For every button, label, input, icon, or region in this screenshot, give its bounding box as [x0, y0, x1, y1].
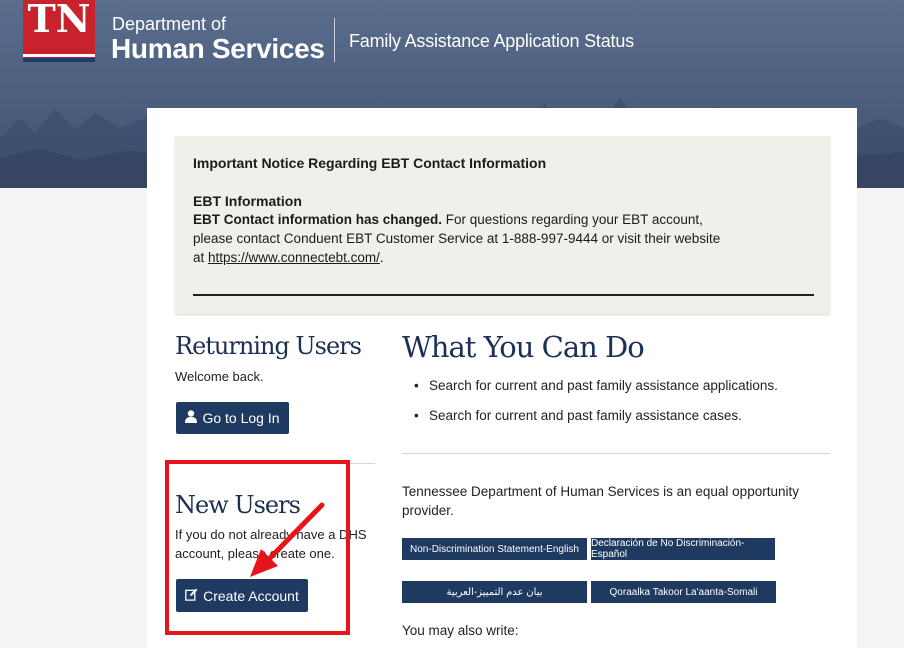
you-may-also-write-text: You may also write: — [402, 623, 519, 638]
login-button-label: Go to Log In — [202, 410, 280, 426]
nondiscrimination-spanish-button[interactable]: Declaración de No Discriminación-Español — [591, 538, 775, 560]
logo-stripe-blue — [23, 58, 95, 62]
nondiscrimination-somali-button[interactable]: Qoraalka Takoor La'aanta-Somali — [591, 581, 776, 603]
go-to-login-button[interactable]: Go to Log In — [176, 402, 289, 434]
app-title: Family Assistance Application Status — [349, 31, 634, 51]
dept-name-small: Department of — [112, 14, 227, 34]
ebt-notice: Important Notice Regarding EBT Contact I… — [175, 136, 830, 314]
nondiscrimination-english-button[interactable]: Non-Discrimination Statement-English — [402, 538, 587, 560]
header-divider — [334, 18, 335, 62]
tn-logo[interactable]: TN — [23, 0, 95, 62]
list-item: Search for current and past family assis… — [414, 408, 778, 438]
notice-rule — [193, 294, 814, 296]
what-you-can-do-title: What You Can Do — [402, 330, 645, 364]
capability-list: Search for current and past family assis… — [414, 378, 778, 438]
logo-text: TN — [27, 0, 91, 41]
notice-bold-lead: EBT Contact information has changed. — [193, 212, 443, 227]
notice-body: EBT Contact information has changed. For… — [193, 210, 733, 267]
connectebt-link[interactable]: https://www.connectebt.com/ — [208, 250, 380, 265]
nondiscrimination-arabic-button[interactable]: بيان عدم التمييز-العربية — [402, 581, 587, 603]
right-separator — [402, 453, 830, 454]
welcome-text: Welcome back. — [175, 369, 264, 384]
highlight-box — [165, 460, 350, 635]
notice-title: Important Notice Regarding EBT Contact I… — [193, 155, 547, 171]
notice-subtitle: EBT Information — [193, 193, 302, 209]
user-icon — [185, 410, 198, 426]
equal-opportunity-text: Tennessee Department of Human Services i… — [402, 484, 799, 518]
list-item: Search for current and past family assis… — [414, 378, 778, 408]
notice-text-end: . — [379, 250, 384, 265]
returning-users-title: Returning Users — [175, 332, 362, 360]
dept-name-big: Human Services — [111, 33, 325, 64]
logo-stripe-white — [23, 54, 95, 57]
